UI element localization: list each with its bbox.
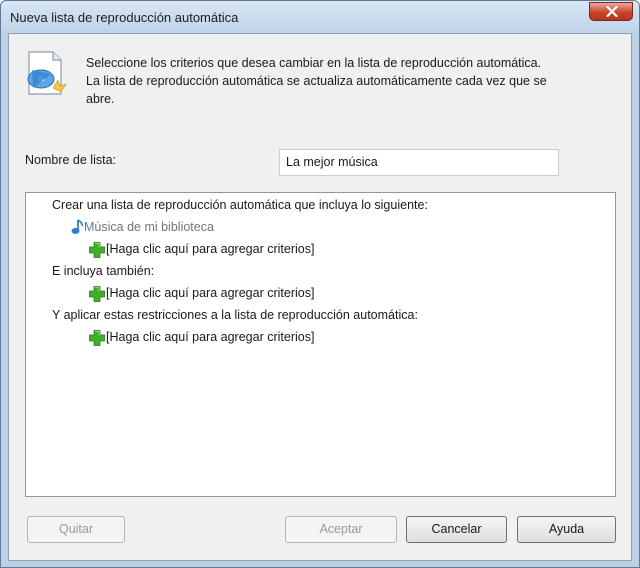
instructions-line-1: Seleccione los criterios que desea cambi… <box>86 56 542 70</box>
close-button[interactable] <box>589 2 633 21</box>
section-also-include-label: E incluya también: <box>52 264 155 278</box>
green-plus-icon <box>89 329 105 346</box>
add-criteria-link-1[interactable]: [Haga clic aquí para agregar criterios] <box>88 239 314 259</box>
window-title: Nueva lista de reproducción automática <box>10 10 239 25</box>
library-criteria-item[interactable]: Música de mi biblioteca <box>70 217 214 237</box>
green-plus-icon <box>89 241 105 258</box>
instructions-line-3: abre. <box>86 92 115 106</box>
dialog-window: Nueva lista de reproducción automática S… <box>0 0 640 568</box>
add-criteria-link-3[interactable]: [Haga clic aquí para agregar criterios] <box>88 327 314 347</box>
library-criteria-label: Música de mi biblioteca <box>84 220 214 234</box>
help-button[interactable]: Ayuda <box>517 516 616 543</box>
add-criteria-text-1: [Haga clic aquí para agregar criterios] <box>106 242 315 256</box>
music-note-icon <box>71 219 84 235</box>
list-name-label: Nombre de lista: <box>25 153 117 167</box>
accept-button[interactable]: Aceptar <box>285 516 397 543</box>
remove-button[interactable]: Quitar <box>27 516 125 543</box>
add-criteria-text-2: [Haga clic aquí para agregar criterios] <box>106 286 315 300</box>
close-icon <box>606 6 618 17</box>
cancel-button[interactable]: Cancelar <box>406 516 507 543</box>
dialog-content: Seleccione los criterios que desea cambi… <box>8 33 632 561</box>
playlist-disc-icon <box>27 51 67 95</box>
add-criteria-text-3: [Haga clic aquí para agregar criterios] <box>106 330 315 344</box>
instructions-line-2: La lista de reproducción automática se a… <box>86 74 547 88</box>
instructions-text: Seleccione los criterios que desea cambi… <box>86 54 616 108</box>
add-criteria-link-2[interactable]: [Haga clic aquí para agregar criterios] <box>88 283 314 303</box>
criteria-box[interactable]: Crear una lista de reproducción automáti… <box>25 192 616 497</box>
green-plus-icon <box>89 285 105 302</box>
title-bar[interactable]: Nueva lista de reproducción automática <box>1 1 639 33</box>
list-name-input[interactable]: La mejor música <box>279 149 559 176</box>
section-include-label: Crear una lista de reproducción automáti… <box>52 198 428 212</box>
section-restrictions-label: Y aplicar estas restricciones a la lista… <box>52 308 418 322</box>
